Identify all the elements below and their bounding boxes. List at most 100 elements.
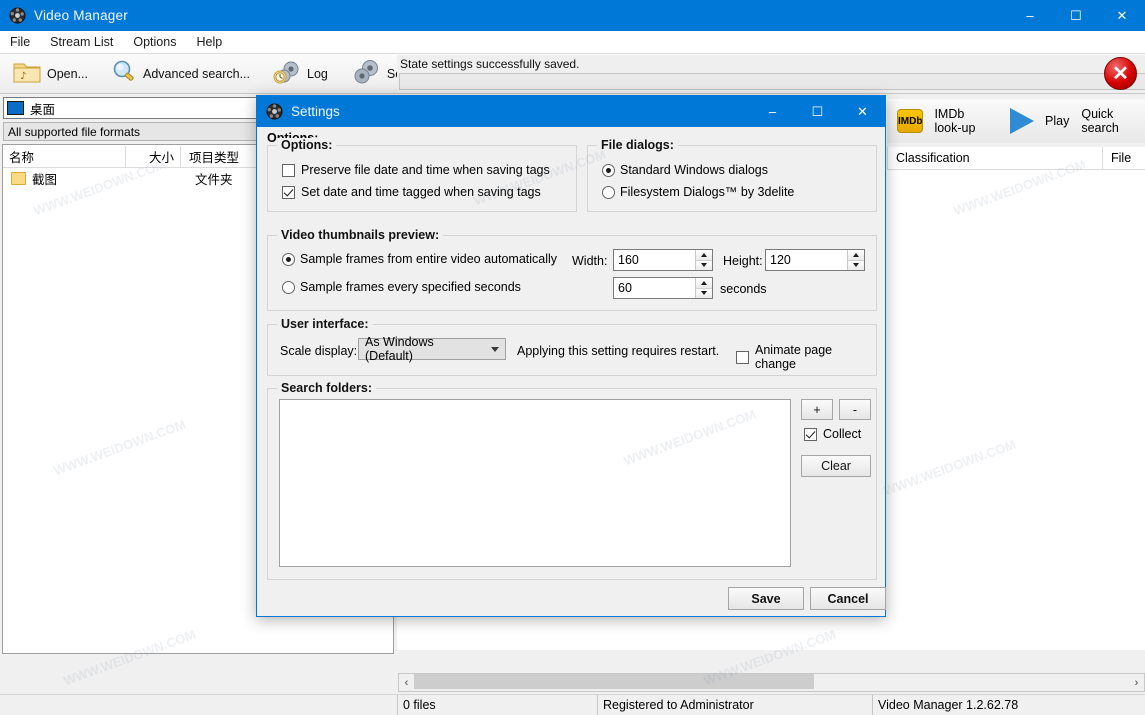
menu-file[interactable]: File xyxy=(0,33,40,51)
column-header-size[interactable]: 大小 xyxy=(125,145,180,168)
options-group: Options: Preserve file date and time whe… xyxy=(267,138,577,212)
advanced-search-label: Advanced search... xyxy=(143,66,251,81)
file-list-right-panel[interactable] xyxy=(887,147,1145,650)
main-titlebar: Video Manager – ☐ ✕ xyxy=(0,0,1145,31)
statusbar: 0 files Registered to Administrator Vide… xyxy=(0,694,1145,715)
file-dialogs-group: File dialogs: Standard Windows dialogs F… xyxy=(587,138,877,212)
svg-text:♪: ♪ xyxy=(20,71,26,82)
set-date-tagged-checkbox[interactable]: Set date and time tagged when saving tag… xyxy=(282,185,541,199)
column-header-file[interactable]: File xyxy=(1102,146,1145,170)
collect-checkbox[interactable]: Collect xyxy=(804,427,861,441)
remove-folder-button[interactable]: - xyxy=(839,399,871,420)
settings-minimize-button[interactable]: – xyxy=(750,96,795,127)
menu-help[interactable]: Help xyxy=(186,33,232,51)
seconds-spin-buttons[interactable] xyxy=(695,278,712,298)
sample-entire-video-label: Sample frames from entire video automati… xyxy=(300,252,558,266)
status-message: State settings successfully saved. xyxy=(400,57,580,71)
video-thumbnails-group-title: Video thumbnails preview: xyxy=(277,228,444,242)
log-button-label: Log xyxy=(307,66,328,81)
animate-page-change-checkbox[interactable]: Animate page change xyxy=(736,343,876,371)
advanced-search-button[interactable]: Advanced search... xyxy=(104,55,256,93)
radio-selected-icon xyxy=(282,252,295,266)
width-stepper[interactable] xyxy=(613,249,713,271)
height-input[interactable] xyxy=(766,250,847,270)
standard-windows-dialogs-label: Standard Windows dialogs xyxy=(620,163,768,177)
maximize-button[interactable]: ☐ xyxy=(1053,0,1099,31)
statusbar-registration: Registered to Administrator xyxy=(597,694,872,715)
red-error-icon[interactable]: ✕ xyxy=(1104,57,1137,90)
settings-close-button[interactable]: ✕ xyxy=(840,96,885,127)
file-format-filter[interactable]: All supported file formats xyxy=(3,122,258,141)
menu-stream-list[interactable]: Stream List xyxy=(40,33,123,51)
quick-search-button[interactable]: Quick search xyxy=(1075,102,1145,140)
preserve-file-date-label: Preserve file date and time when saving … xyxy=(301,163,550,177)
width-spin-up[interactable] xyxy=(696,250,712,261)
width-spin-down[interactable] xyxy=(696,260,712,270)
seconds-input[interactable] xyxy=(614,278,695,298)
collect-label: Collect xyxy=(823,427,862,441)
add-folder-button[interactable]: + xyxy=(801,399,833,420)
horizontal-scrollbar[interactable]: ‹ › xyxy=(398,673,1145,692)
menu-options[interactable]: Options xyxy=(123,33,186,51)
minimize-button[interactable]: – xyxy=(1007,0,1053,31)
scrollbar-thumb[interactable] xyxy=(414,674,814,689)
column-header-name[interactable]: 名称 xyxy=(3,146,125,168)
sample-entire-video-radio[interactable]: Sample frames from entire video automati… xyxy=(282,252,557,266)
width-input[interactable] xyxy=(614,250,695,270)
scale-display-value: As Windows (Default) xyxy=(365,335,434,363)
scroll-left-arrow[interactable]: ‹ xyxy=(399,677,414,689)
column-header-classification[interactable]: Classification xyxy=(887,146,1102,170)
user-interface-group-title: User interface: xyxy=(277,317,373,331)
seconds-stepper[interactable] xyxy=(613,277,713,299)
address-bar[interactable]: 桌面 xyxy=(3,97,258,119)
folder-icon xyxy=(11,171,26,185)
height-spin-up[interactable] xyxy=(848,250,864,261)
imdb-lookup-label: IMDb look-up xyxy=(934,107,976,135)
checkbox-checked-icon xyxy=(282,185,295,199)
user-interface-group: User interface: Scale display: As Window… xyxy=(267,317,877,376)
animate-page-change-label: Animate page change xyxy=(755,343,833,371)
gears-icon xyxy=(352,58,382,89)
scale-display-select[interactable]: As Windows (Default) xyxy=(358,335,506,363)
statusbar-files: 0 files xyxy=(397,694,597,715)
height-label: Height: xyxy=(723,254,763,268)
sample-every-seconds-radio[interactable]: Sample frames every specified seconds xyxy=(282,280,521,294)
right-column-headers: Classification File xyxy=(887,146,1145,170)
statusbar-version: Video Manager 1.2.62.78 xyxy=(872,694,1145,715)
scrollbar-track[interactable] xyxy=(414,674,1129,691)
address-bar-label: 桌面 xyxy=(30,102,56,117)
height-spin-buttons[interactable] xyxy=(847,250,864,270)
options-group-title: Options: xyxy=(277,138,337,152)
checkbox-checked-icon xyxy=(804,427,817,441)
magnifier-icon xyxy=(110,59,138,88)
imdb-lookup-button[interactable]: IMDb IMDb look-up xyxy=(887,102,992,140)
standard-windows-dialogs-radio[interactable]: Standard Windows dialogs xyxy=(602,163,768,177)
play-button[interactable]: Play xyxy=(992,102,1075,140)
log-button[interactable]: Log xyxy=(266,55,334,93)
scroll-right-arrow[interactable]: › xyxy=(1129,677,1144,689)
search-folders-list[interactable] xyxy=(279,399,791,567)
film-reel-icon xyxy=(9,7,26,24)
preserve-file-date-checkbox[interactable]: Preserve file date and time when saving … xyxy=(282,163,550,177)
filesystem-dialogs-radio[interactable]: Filesystem Dialogs™ by 3delite xyxy=(602,185,794,199)
progress-bar xyxy=(399,73,1145,90)
seconds-spin-up[interactable] xyxy=(696,278,712,289)
height-stepper[interactable] xyxy=(765,249,865,271)
cancel-button[interactable]: Cancel xyxy=(810,587,886,610)
row-type: 文件夹 xyxy=(195,172,233,187)
imdb-icon: IMDb xyxy=(897,109,924,133)
seconds-spin-down[interactable] xyxy=(696,288,712,298)
radio-selected-icon xyxy=(602,163,615,177)
filesystem-dialogs-label: Filesystem Dialogs™ by 3delite xyxy=(620,185,795,199)
search-folders-group-title: Search folders: xyxy=(277,381,377,395)
settings-maximize-button[interactable]: ☐ xyxy=(795,96,840,127)
film-reel-icon xyxy=(266,103,283,120)
width-spin-buttons[interactable] xyxy=(695,250,712,270)
save-button[interactable]: Save xyxy=(728,587,804,610)
close-button[interactable]: ✕ xyxy=(1099,0,1145,31)
clear-button[interactable]: Clear xyxy=(801,455,871,477)
main-window-title: Video Manager xyxy=(34,8,128,23)
open-button[interactable]: ♪ Open... xyxy=(6,55,94,93)
search-folders-group: Search folders: + - Collect Clear xyxy=(267,381,877,580)
height-spin-down[interactable] xyxy=(848,260,864,270)
